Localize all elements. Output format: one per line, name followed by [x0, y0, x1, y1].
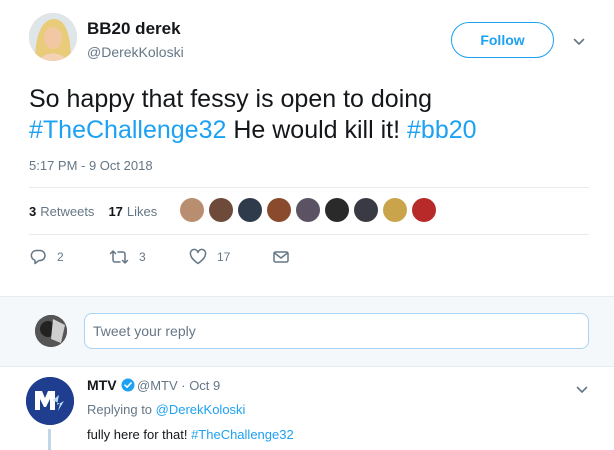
- divider: [29, 187, 589, 188]
- retweets-stat[interactable]: 3 Retweets: [29, 204, 94, 219]
- likes-count: 17: [108, 203, 123, 219]
- chevron-down-icon[interactable]: [573, 36, 585, 48]
- author-avatar[interactable]: [29, 13, 77, 61]
- engagement-stats: 3 Retweets 17 Likes: [29, 201, 171, 221]
- follow-button[interactable]: Follow: [451, 22, 554, 58]
- liker-avatar[interactable]: [238, 198, 262, 222]
- direct-message-action[interactable]: [272, 248, 290, 266]
- liker-avatars: [180, 198, 441, 222]
- replying-to: Replying to @DerekKoloski: [87, 402, 245, 417]
- retweet-count: 3: [139, 250, 146, 264]
- verified-badge-icon: [121, 378, 135, 392]
- likes-stat[interactable]: 17 Likes: [108, 204, 157, 219]
- replying-to-link[interactable]: @DerekKoloski: [156, 402, 246, 417]
- thread-line: [48, 429, 51, 450]
- hashtag-link[interactable]: #TheChallenge32: [191, 427, 294, 442]
- mtv-avatar[interactable]: [26, 377, 74, 425]
- liker-avatar[interactable]: [267, 198, 291, 222]
- tweet-text: So happy that fessy is open to doing #Th…: [29, 84, 589, 146]
- replying-prefix: Replying to: [87, 402, 156, 417]
- retweet-icon: [109, 250, 129, 264]
- reply-composer: Tweet your reply: [0, 296, 614, 367]
- liker-avatar[interactable]: [412, 198, 436, 222]
- hashtag-link[interactable]: #TheChallenge32: [29, 116, 226, 144]
- retweets-count: 3: [29, 203, 37, 219]
- heart-icon: [189, 248, 207, 265]
- like-action[interactable]: 17: [189, 248, 272, 266]
- tweet-text-part: So happy that fessy is open to doing: [29, 85, 433, 113]
- tweet-text-part: He would kill it!: [226, 116, 408, 144]
- reply-action[interactable]: 2: [29, 248, 109, 266]
- retweets-label: Retweets: [40, 203, 95, 219]
- user-avatar[interactable]: [35, 315, 67, 347]
- retweet-action[interactable]: 3: [109, 248, 189, 266]
- liker-avatar[interactable]: [325, 198, 349, 222]
- reply-text-part: fully here for that!: [87, 427, 192, 442]
- reply-text: fully here for that! #TheChallenge32: [87, 427, 294, 442]
- liker-avatar[interactable]: [383, 198, 407, 222]
- author-handle[interactable]: @DerekKoloski: [87, 44, 184, 60]
- liker-avatar[interactable]: [180, 198, 204, 222]
- reply-author[interactable]: MTV: [87, 377, 135, 393]
- liker-avatar[interactable]: [296, 198, 320, 222]
- like-count: 17: [217, 250, 231, 264]
- envelope-icon: [273, 251, 289, 263]
- reply-input[interactable]: Tweet your reply: [84, 313, 589, 349]
- reply-author-name: MTV: [87, 377, 117, 393]
- divider: [29, 234, 589, 235]
- reply-meta: @MTV · Oct 9: [137, 378, 221, 393]
- reply-tweet[interactable]: MTV @MTV · Oct 9 Replying to @DerekKolos…: [0, 367, 614, 450]
- liker-avatar[interactable]: [209, 198, 233, 222]
- tweet-actions: 2 3 17: [29, 248, 290, 266]
- reply-count: 2: [57, 250, 64, 264]
- likes-label: Likes: [126, 203, 158, 219]
- chevron-down-icon[interactable]: [576, 384, 588, 396]
- tweet-timestamp[interactable]: 5:17 PM - 9 Oct 2018: [29, 158, 153, 173]
- reply-icon: [30, 249, 46, 265]
- main-tweet: BB20 derek @DerekKoloski Follow So happy…: [0, 0, 614, 296]
- liker-avatar[interactable]: [354, 198, 378, 222]
- hashtag-link[interactable]: #bb20: [407, 116, 477, 144]
- author-name[interactable]: BB20 derek: [87, 19, 181, 39]
